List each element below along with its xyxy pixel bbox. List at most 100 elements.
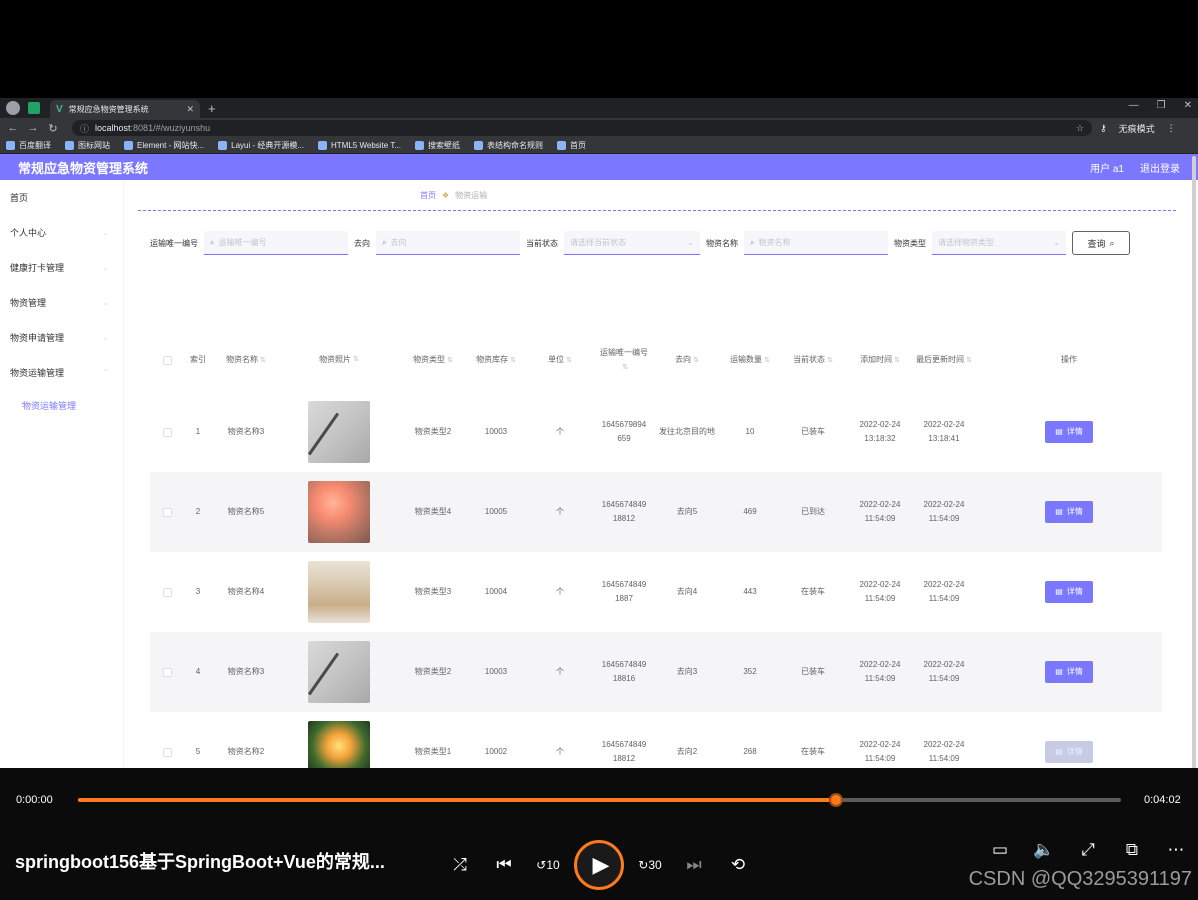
- col-updated[interactable]: 最后更新时间 ⇅: [912, 353, 976, 368]
- checkbox[interactable]: [162, 507, 172, 517]
- sort-icon[interactable]: ⇅: [827, 357, 833, 364]
- code-search-input[interactable]: ⌕ 运输唯一编号: [204, 231, 348, 255]
- detail-button[interactable]: ▤ 详情: [1045, 581, 1093, 603]
- volume-icon[interactable]: 🔈: [1032, 840, 1056, 860]
- col-state[interactable]: 当前状态 ⇅: [778, 353, 848, 368]
- supply-photo[interactable]: [308, 641, 370, 703]
- detail-button[interactable]: ▤ 详情: [1045, 661, 1093, 683]
- col-image[interactable]: 物资照片 ⇅: [280, 353, 398, 367]
- bookmark[interactable]: 搜索壁纸: [414, 140, 460, 151]
- table-row[interactable]: 4 物资名称3 物资类型2 10003 个 164567484918816 去向…: [150, 632, 1162, 712]
- checkbox[interactable]: [162, 747, 172, 757]
- sidebar-item-health[interactable]: 健康打卡管理 ⌄: [0, 250, 123, 285]
- col-stock[interactable]: 物资库存 ⇅: [468, 353, 524, 368]
- shuffle-icon[interactable]: ⤮: [448, 855, 472, 875]
- breadcrumb-home[interactable]: 首页: [420, 190, 436, 201]
- row-checkbox[interactable]: [150, 427, 184, 437]
- new-tab-button[interactable]: +: [208, 101, 216, 116]
- bookmark[interactable]: HTML5 Website T...: [318, 141, 401, 150]
- repeat-off-icon[interactable]: ⟲: [726, 855, 750, 875]
- row-checkbox[interactable]: [150, 667, 184, 677]
- star-icon[interactable]: ☆: [1076, 123, 1084, 134]
- restore-icon[interactable]: ❐: [1157, 100, 1166, 111]
- progress-handle[interactable]: [829, 793, 844, 807]
- sidebar-item-applications[interactable]: 物资申请管理 ⌄: [0, 320, 123, 355]
- reload-icon[interactable]: ↻: [46, 122, 60, 135]
- sort-icon[interactable]: ⇅: [622, 364, 628, 371]
- play-button[interactable]: ▶: [574, 840, 624, 890]
- sort-icon[interactable]: ⇅: [510, 357, 516, 364]
- info-icon[interactable]: ⓘ: [80, 122, 89, 135]
- previous-icon[interactable]: ⏮: [492, 855, 516, 875]
- state-select[interactable]: 请选择当前状态 ⌄: [564, 231, 700, 255]
- sidebar-subitem-transport[interactable]: 物资运输管理: [0, 390, 123, 420]
- forward-icon[interactable]: →: [26, 122, 40, 134]
- logout-button[interactable]: 退出登录: [1140, 160, 1180, 175]
- sidebar-item-transport[interactable]: 物资运输管理 ⌃: [0, 355, 123, 390]
- sort-icon[interactable]: ⇅: [693, 357, 699, 364]
- sort-icon[interactable]: ⇅: [894, 357, 900, 364]
- table-row[interactable]: 1 物资名称3 物资类型2 10003 个 1645679894659 发往北京…: [150, 392, 1162, 472]
- supply-photo[interactable]: [308, 561, 370, 623]
- rewind-10-icon[interactable]: ↺10: [536, 858, 560, 872]
- col-added[interactable]: 添加时间 ⇅: [848, 353, 912, 368]
- table-row[interactable]: 5 物资名称2 物资类型1 10002 个 164567484918812 去向…: [150, 712, 1162, 768]
- bookmark[interactable]: 百度翻译: [6, 140, 51, 151]
- forward-30-icon[interactable]: ↻30: [638, 858, 662, 872]
- sort-icon[interactable]: ⇅: [966, 357, 972, 364]
- sort-icon[interactable]: ⇅: [566, 357, 572, 364]
- query-button[interactable]: 查询 ⌕: [1072, 231, 1130, 255]
- detail-button[interactable]: ▤ 详情: [1045, 501, 1093, 523]
- subtitles-icon[interactable]: ▭: [988, 840, 1012, 860]
- select-all-checkbox[interactable]: [150, 355, 184, 365]
- row-checkbox[interactable]: [150, 507, 184, 517]
- col-dest[interactable]: 去向 ⇅: [652, 353, 722, 368]
- mini-player-icon[interactable]: ⧉: [1120, 840, 1144, 860]
- checkbox[interactable]: [162, 355, 172, 365]
- sidebar-item-profile[interactable]: 个人中心 ⌄: [0, 215, 123, 250]
- dest-search-input[interactable]: ⌕ 去向: [376, 231, 520, 255]
- type-select[interactable]: 请选择物资类型 ⌄: [932, 231, 1066, 255]
- browser-tab[interactable]: V 常规应急物资管理系统 ✕: [50, 100, 200, 118]
- back-icon[interactable]: ←: [6, 122, 20, 134]
- table-row[interactable]: 2 物资名称5 物资类型4 10005 个 164567484918812 去向…: [150, 472, 1162, 552]
- checkbox[interactable]: [162, 667, 172, 677]
- sort-icon[interactable]: ⇅: [447, 357, 453, 364]
- page-scrollbar[interactable]: [1192, 156, 1196, 768]
- row-checkbox[interactable]: [150, 747, 184, 757]
- more-options-icon[interactable]: ⋯: [1164, 840, 1188, 860]
- app-favicon-icon[interactable]: [28, 102, 40, 114]
- checkbox[interactable]: [162, 587, 172, 597]
- col-code[interactable]: 运输唯一编号⇅: [596, 346, 652, 375]
- supply-photo[interactable]: [308, 401, 370, 463]
- detail-button[interactable]: ▤ 详情: [1045, 421, 1093, 443]
- incognito-profile[interactable]: 无痕模式: [1119, 122, 1155, 135]
- sidebar-item-supplies[interactable]: 物资管理 ⌄: [0, 285, 123, 320]
- close-window-icon[interactable]: ✕: [1184, 100, 1192, 111]
- supply-photo[interactable]: [308, 481, 370, 543]
- next-icon[interactable]: ⏭: [682, 855, 706, 875]
- col-qty[interactable]: 运输数量 ⇅: [722, 353, 778, 368]
- bookmark[interactable]: Layui - 经典开源模...: [218, 140, 304, 151]
- minimize-icon[interactable]: —: [1129, 100, 1139, 111]
- close-tab-icon[interactable]: ✕: [186, 104, 194, 115]
- name-search-input[interactable]: ⌕ 物资名称: [744, 231, 888, 255]
- bookmark[interactable]: 表结构命名规则: [473, 140, 543, 151]
- chrome-icon[interactable]: [6, 101, 20, 115]
- url-field[interactable]: ⓘ localhost :8081/#/wuziyunshu ☆: [72, 120, 1092, 136]
- sort-icon[interactable]: ⇅: [764, 357, 770, 364]
- bookmark[interactable]: 图标网站: [65, 140, 110, 151]
- supply-photo[interactable]: [308, 721, 370, 768]
- bookmark[interactable]: Element - 网站快...: [124, 140, 204, 151]
- sort-icon[interactable]: ⇅: [353, 353, 359, 367]
- sidebar-item-home[interactable]: 首页: [0, 180, 123, 215]
- bookmark[interactable]: 首页: [556, 140, 586, 151]
- progress-bar[interactable]: [78, 793, 1121, 807]
- detail-button[interactable]: ▤ 详情: [1045, 741, 1093, 763]
- col-name[interactable]: 物资名称 ⇅: [212, 353, 280, 368]
- sort-icon[interactable]: ⇅: [260, 357, 266, 364]
- key-icon[interactable]: ⚷: [1100, 123, 1107, 134]
- table-row[interactable]: 3 物资名称4 物资类型3 10004 个 16456748491887 去向4…: [150, 552, 1162, 632]
- row-checkbox[interactable]: [150, 587, 184, 597]
- col-unit[interactable]: 单位 ⇅: [524, 353, 596, 368]
